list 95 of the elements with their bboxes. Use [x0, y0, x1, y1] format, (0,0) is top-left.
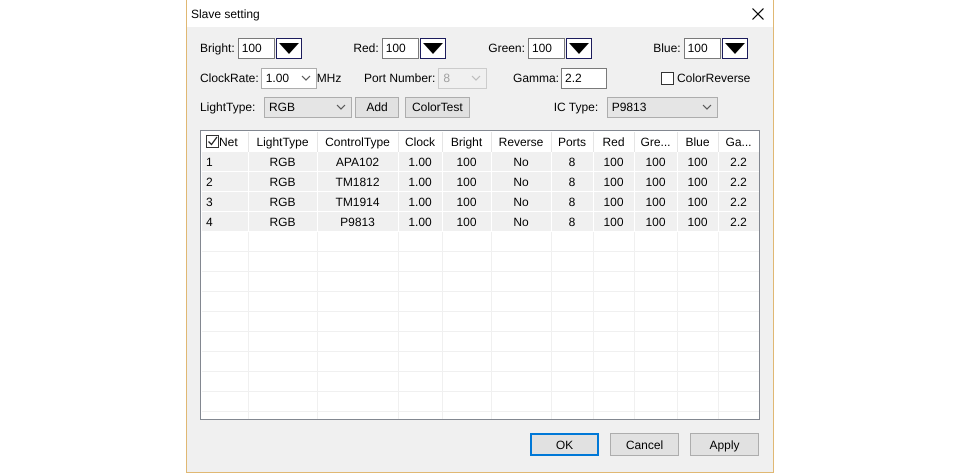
table-cell: RGB: [269, 154, 296, 168]
table-cell: 8: [568, 214, 576, 228]
toolbar-button[interactable]: Add: [355, 96, 399, 118]
dialog-button[interactable]: Apply: [690, 433, 759, 456]
input-field[interactable]: 100: [684, 38, 721, 58]
field-label: Bright:: [200, 41, 235, 55]
table-cell: 100: [456, 174, 477, 188]
unit-label: MHz: [316, 71, 342, 85]
table-cell: 100: [687, 214, 708, 228]
table-cell: RGB: [269, 194, 296, 208]
dropdown-button[interactable]: [420, 38, 446, 58]
table-cell: 100: [456, 214, 477, 228]
table-cell: 100: [645, 174, 666, 188]
table-cell: No: [513, 194, 529, 208]
table-cell: 100: [603, 174, 624, 188]
checkbox-label[interactable]: ColorReverse: [677, 71, 750, 85]
column-header[interactable]: ControlType: [325, 135, 390, 149]
table-cell: 8: [568, 154, 576, 168]
input-field[interactable]: 100: [528, 38, 565, 58]
table-cell: 100: [456, 194, 477, 208]
triangle-icon: [422, 42, 443, 54]
triangle-icon: [278, 42, 299, 54]
table-cell: 8: [568, 194, 576, 208]
column-header[interactable]: Bright: [450, 135, 482, 149]
table-cell: 2.2: [730, 174, 747, 188]
table-cell: 2.2: [730, 214, 747, 228]
table-cell: 1.00: [408, 154, 432, 168]
checkbox[interactable]: [661, 72, 674, 84]
chevron-icon: [471, 75, 482, 81]
chevron-icon: [702, 104, 712, 110]
table-cell: 100: [645, 214, 666, 228]
close-icon: [752, 8, 764, 20]
input-field[interactable]: 2.2: [561, 68, 608, 88]
field-label: Green:: [488, 41, 525, 55]
table-cell: APA102: [336, 154, 380, 168]
field-label: LightType:: [200, 100, 256, 114]
table-cell: No: [513, 174, 529, 188]
column-header[interactable]: Ga...: [725, 135, 752, 149]
table-cell: 100: [645, 154, 666, 168]
table-cell: 1.00: [408, 214, 432, 228]
table-cell: RGB: [269, 214, 296, 228]
dropdown-field[interactable]: RGB: [264, 96, 352, 118]
column-header[interactable]: Reverse: [498, 135, 544, 149]
triangle-icon: [724, 42, 745, 54]
field-label: IC Type:: [554, 100, 600, 114]
column-header[interactable]: Ports: [558, 135, 586, 149]
table-cell: TM1812: [335, 174, 380, 188]
column-header[interactable]: Red: [602, 135, 624, 149]
table-cell: P9813: [340, 214, 375, 228]
chevron-icon: [300, 75, 311, 81]
table-cell: 1.00: [408, 174, 432, 188]
table-cell: TM1914: [335, 194, 380, 208]
column-header[interactable]: Clock: [404, 135, 435, 149]
dialog-button[interactable]: OK: [530, 433, 599, 456]
table-cell: 2.2: [730, 194, 747, 208]
table-cell: 100: [603, 214, 624, 228]
field-label: Red:: [353, 41, 379, 55]
table-cell: 100: [645, 194, 666, 208]
chevron-icon: [336, 104, 346, 110]
table-cell: No: [513, 154, 529, 168]
column-header[interactable]: Blue: [685, 135, 710, 149]
dropdown-field[interactable]: 1.00: [260, 68, 317, 88]
table-cell: 2.2: [730, 154, 747, 168]
table-cell: 1: [206, 154, 213, 168]
table-cell: 100: [603, 154, 624, 168]
column-header[interactable]: Net: [219, 135, 238, 149]
table-cell: 100: [456, 154, 477, 168]
triangle-icon: [568, 42, 589, 54]
window-title: Slave setting: [191, 6, 260, 20]
table-cell: 100: [687, 194, 708, 208]
dropdown-field[interactable]: P9813: [606, 96, 718, 118]
table-cell: RGB: [269, 174, 296, 188]
dialog-button[interactable]: Cancel: [610, 433, 679, 456]
table-cell: No: [513, 214, 529, 228]
dropdown-button[interactable]: [722, 38, 748, 58]
dropdown-button[interactable]: [566, 38, 592, 58]
checkbox[interactable]: [206, 135, 219, 148]
field-label: ClockRate:: [200, 71, 259, 85]
table-cell: 100: [603, 194, 624, 208]
input-field[interactable]: 100: [382, 38, 419, 58]
field-label: Gamma:: [513, 71, 560, 85]
table-cell: 4: [206, 214, 213, 228]
dropdown-button[interactable]: [276, 38, 302, 58]
input-field[interactable]: 100: [238, 38, 275, 58]
column-header[interactable]: Gre...: [640, 135, 670, 149]
table-cell: 1.00: [408, 194, 432, 208]
table-cell: 100: [687, 174, 708, 188]
field-label: Port Number:: [364, 71, 436, 85]
table-cell: 8: [568, 174, 576, 188]
table-cell: 3: [206, 194, 213, 208]
toolbar-button[interactable]: ColorTest: [405, 96, 470, 118]
column-header[interactable]: LightType: [256, 135, 309, 149]
table-cell: 100: [687, 154, 708, 168]
field-label: Blue:: [653, 41, 681, 55]
table-cell: 2: [206, 174, 213, 188]
